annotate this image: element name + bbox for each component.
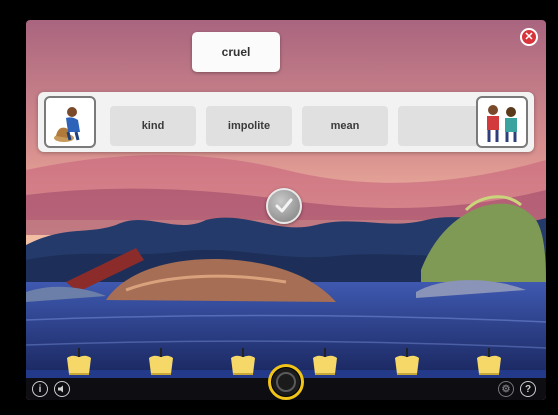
checkmark-icon <box>275 198 293 213</box>
right-picture-card[interactable] <box>476 96 528 148</box>
candle-icon <box>231 348 255 375</box>
close-button[interactable]: ✕ <box>520 28 538 46</box>
info-button[interactable]: i <box>32 381 48 397</box>
progress-ring-inner <box>276 372 296 392</box>
sound-button[interactable] <box>54 381 70 397</box>
info-icon: i <box>38 383 42 395</box>
answer-slot-3[interactable]: mean <box>302 106 388 146</box>
close-icon: ✕ <box>524 30 534 43</box>
settings-icon: ⚙ <box>501 383 511 395</box>
answer-slot-2[interactable]: impolite <box>206 106 292 146</box>
candle-icon <box>149 348 173 375</box>
answer-slot-label: mean <box>330 120 360 132</box>
check-answer-button[interactable] <box>266 188 302 224</box>
help-button[interactable]: ? <box>520 381 536 397</box>
progress-ring <box>268 364 304 400</box>
game-stage: cruel ✕ kind impolite mean i ⚙ ? <box>26 20 546 400</box>
answer-slot-4[interactable] <box>398 106 484 146</box>
answer-slot-label: impolite <box>227 120 271 132</box>
help-icon: ? <box>524 383 532 395</box>
answer-slot-1[interactable]: kind <box>110 106 196 146</box>
settings-button[interactable]: ⚙ <box>498 381 514 397</box>
candle-icon <box>67 348 91 375</box>
speaker-icon <box>58 385 63 393</box>
candle-icon <box>477 348 501 375</box>
left-picture-card[interactable] <box>44 96 96 148</box>
candle-icon <box>313 348 337 375</box>
answer-slot-label: kind <box>141 120 165 132</box>
answer-tray: kind impolite mean <box>38 92 534 152</box>
prompt-word-card: cruel <box>192 32 280 72</box>
candle-icon <box>395 348 419 375</box>
two-children-icon <box>487 105 517 142</box>
prompt-word: cruel <box>221 45 251 59</box>
person-with-dog-icon <box>54 107 80 142</box>
